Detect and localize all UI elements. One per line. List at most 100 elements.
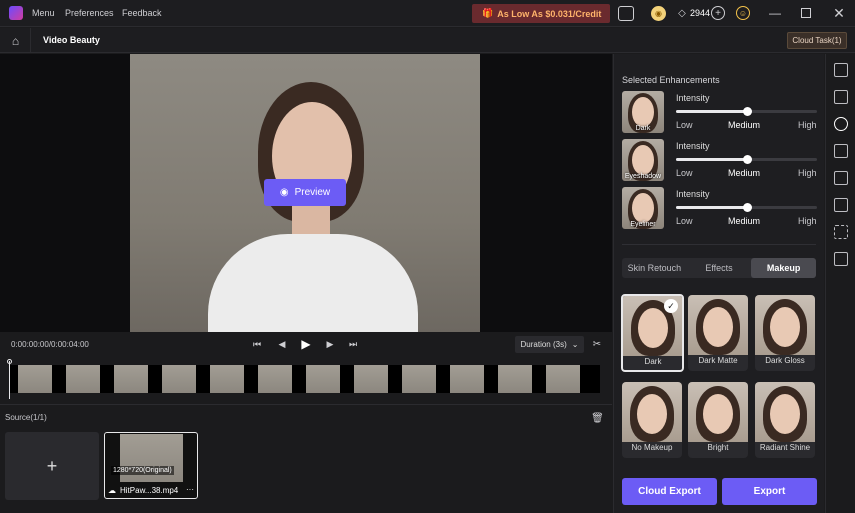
slider-knob[interactable] <box>742 155 752 164</box>
style-name: Bright <box>707 443 729 452</box>
timeline[interactable] <box>0 357 612 405</box>
medium-label: Medium <box>728 168 761 178</box>
preview-area: ◉ Preview <box>0 54 612 332</box>
coin-icon[interactable]: ◉ <box>651 6 666 21</box>
prev-frame-icon[interactable]: ◀ <box>276 338 288 350</box>
scissors-icon[interactable]: ✂ <box>591 338 603 350</box>
beauty-icon[interactable] <box>834 117 848 131</box>
timeline-frame <box>402 365 436 393</box>
tool-header: ⌂ Video Beauty Cloud Task(1) <box>0 28 855 53</box>
maximize-icon[interactable] <box>801 8 811 18</box>
intensity-label: Intensity <box>676 93 710 103</box>
low-label: Low <box>676 216 693 226</box>
style-card-dark-gloss[interactable]: Dark Gloss <box>755 295 815 371</box>
gift-icon: 🎁 <box>482 8 494 18</box>
tab-skin-retouch[interactable]: Skin Retouch <box>622 258 687 278</box>
high-label: High <box>798 216 817 226</box>
account-icon[interactable]: ☺ <box>736 6 750 20</box>
slider-fill <box>676 158 747 161</box>
cloud-export-button[interactable]: Cloud Export <box>622 478 717 505</box>
diamond-icon: ◇ <box>678 7 686 19</box>
timeline-frame <box>354 365 388 393</box>
slider-fill <box>676 206 747 209</box>
promo-banner[interactable]: 🎁 As Low As $0.031/Credit <box>472 4 610 23</box>
selection-icon[interactable] <box>834 225 848 239</box>
layout-icon[interactable] <box>834 144 848 158</box>
eye-icon: ◉ <box>279 187 289 198</box>
style-card-dark-matte[interactable]: Dark Matte <box>688 295 748 371</box>
style-thumb <box>755 295 815 355</box>
intensity-label: Intensity <box>676 189 710 199</box>
close-icon[interactable]: ✕ <box>832 5 846 21</box>
tool-sidebar <box>825 54 855 513</box>
enhancement-thumb: Dark <box>622 91 664 133</box>
style-card-bright[interactable]: Bright <box>688 382 748 458</box>
tab-effects[interactable]: Effects <box>687 258 752 278</box>
selected-enhancements-title: Selected Enhancements <box>622 75 720 85</box>
high-label: High <box>798 120 817 130</box>
style-name: Dark Matte <box>698 356 738 365</box>
intensity-slider[interactable] <box>676 203 817 212</box>
export-button[interactable]: Export <box>722 478 817 505</box>
cloud-task-button[interactable]: Cloud Task(1) <box>787 32 847 49</box>
skip-end-icon[interactable]: ⏭ <box>347 338 359 350</box>
enhancement-name: Eyeshadow <box>624 173 662 180</box>
trash-icon[interactable]: 🗑 <box>591 412 604 424</box>
preview-button[interactable]: ◉ Preview <box>264 179 346 206</box>
message-icon[interactable] <box>618 6 634 21</box>
edit-icon[interactable] <box>834 90 848 104</box>
preferences-button[interactable]: Preferences <box>65 8 114 18</box>
style-name: Dark Gloss <box>765 356 805 365</box>
slider-fill <box>676 110 747 113</box>
timeline-frame <box>210 365 244 393</box>
preview-label: Preview <box>294 187 331 198</box>
add-source-button[interactable]: + <box>5 432 99 500</box>
enhancement-row-eyeliner: Eyeliner Intensity Low Medium High <box>622 187 822 231</box>
more-options-icon[interactable]: ··· <box>186 485 194 494</box>
minimize-icon[interactable]: — <box>768 6 782 20</box>
playhead-handle[interactable] <box>7 359 12 364</box>
medium-label: Medium <box>728 216 761 226</box>
intensity-slider[interactable] <box>676 155 817 164</box>
cloud-sync-icon: ☁ <box>108 486 116 495</box>
low-label: Low <box>676 168 693 178</box>
check-icon: ✓ <box>664 299 678 313</box>
feedback-button[interactable]: Feedback <box>122 8 162 18</box>
app-logo-icon <box>9 6 23 20</box>
slider-knob[interactable] <box>742 107 752 116</box>
low-label: Low <box>676 120 693 130</box>
style-thumb <box>622 382 682 442</box>
divider <box>30 28 31 53</box>
source-title: Source(1/1) <box>5 413 47 422</box>
duration-select[interactable]: Duration (3s) ⌄ <box>515 336 584 353</box>
video-enhance-icon[interactable] <box>834 63 848 77</box>
style-card-dark[interactable]: ✓ Dark <box>621 294 684 372</box>
skip-start-icon[interactable]: ⏮ <box>251 338 263 350</box>
timeline-frame <box>258 365 292 393</box>
enhancement-thumb: Eyeshadow <box>622 139 664 181</box>
play-icon[interactable]: ▶ <box>299 337 313 351</box>
brush-icon[interactable] <box>834 171 848 185</box>
intensity-slider[interactable] <box>676 107 817 116</box>
next-frame-icon[interactable]: ▶ <box>324 338 336 350</box>
time-readout: 0:00:00:00/0:00:04:00 <box>11 340 89 349</box>
menu-button[interactable]: Menu <box>32 8 55 18</box>
enhancement-row-eyeshadow: Eyeshadow Intensity Low Medium High <box>622 139 822 183</box>
slider-knob[interactable] <box>742 203 752 212</box>
video-ai-icon[interactable] <box>834 252 848 266</box>
enhancement-row-dark: Dark Intensity Low Medium High <box>622 91 822 135</box>
style-card-no-makeup[interactable]: No Makeup <box>622 382 682 458</box>
medium-label: Medium <box>728 120 761 130</box>
add-credits-icon[interactable]: + <box>711 6 725 20</box>
clip-filename: HitPaw...38.mp4 <box>120 486 179 495</box>
page-title: Video Beauty <box>43 35 100 45</box>
home-icon[interactable]: ⌂ <box>8 33 23 48</box>
tab-makeup[interactable]: Makeup <box>751 258 817 278</box>
timeline-frame <box>498 365 532 393</box>
source-clip-card[interactable]: 1280*720(Original) ☁ HitPaw...38.mp4 ··· <box>104 432 198 499</box>
high-label: High <box>798 168 817 178</box>
timeline-frame <box>66 365 100 393</box>
timeline-frame <box>306 365 340 393</box>
eraser-icon[interactable] <box>834 198 848 212</box>
style-card-radiant-shine[interactable]: Radiant Shine <box>755 382 815 458</box>
